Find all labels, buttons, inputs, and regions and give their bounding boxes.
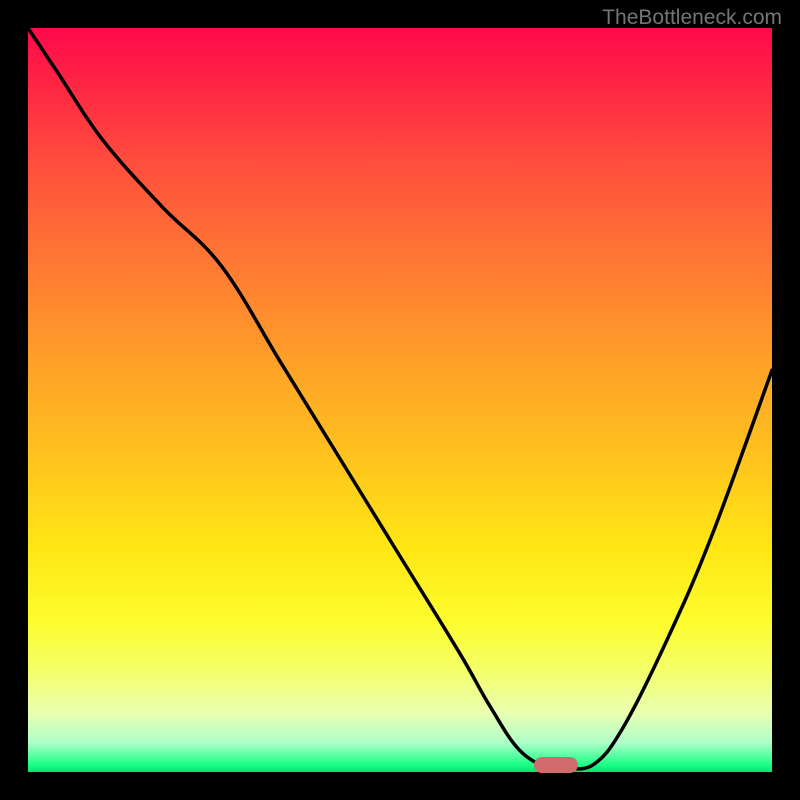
- bottleneck-curve: [28, 28, 772, 772]
- optimal-point-marker: [534, 757, 578, 773]
- watermark-text: TheBottleneck.com: [602, 6, 782, 30]
- chart-plot-area: [28, 28, 772, 772]
